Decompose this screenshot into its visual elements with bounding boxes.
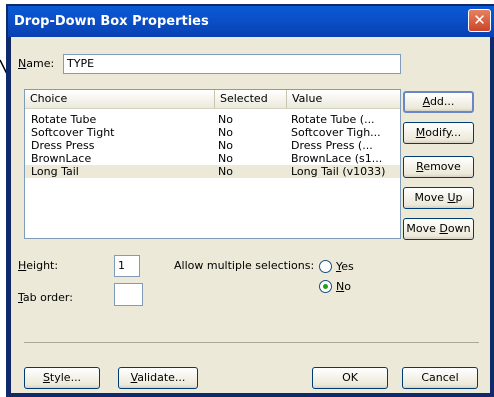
title-bar[interactable]: Drop-Down Box Properties ✕ <box>8 6 494 37</box>
list-item[interactable]: Rotate Tube No Rotate Tube (... <box>25 113 400 126</box>
column-header-choice[interactable]: Choice <box>25 90 215 108</box>
choices-list[interactable]: Choice Selected Value Rotate Tube No Rot… <box>24 89 401 239</box>
add-button[interactable]: Add... <box>403 91 474 113</box>
selected-cell: No <box>218 139 233 152</box>
selected-cell: No <box>218 152 233 165</box>
name-input[interactable]: TYPE <box>63 54 401 74</box>
choice-cell: Long Tail <box>31 165 79 178</box>
move-up-button[interactable]: Move Up <box>403 187 474 209</box>
selected-cell: No <box>218 113 233 126</box>
cancel-button[interactable]: Cancel <box>402 367 478 389</box>
height-label: Height: <box>18 259 59 272</box>
height-input[interactable]: 1 <box>114 255 140 277</box>
value-cell: BrownLace (s1... <box>291 152 383 165</box>
yes-radio-label[interactable]: Yes <box>336 260 354 273</box>
choice-cell: BrownLace <box>31 152 92 165</box>
ok-button[interactable]: OK <box>312 367 388 389</box>
list-item[interactable]: BrownLace No BrownLace (s1... <box>25 152 400 165</box>
choice-cell: Softcover Tight <box>31 126 115 139</box>
column-header-selected[interactable]: Selected <box>215 90 287 108</box>
name-label: Name: <box>18 57 55 70</box>
value-cell: Rotate Tube (... <box>291 113 375 126</box>
dialog-body: Name: TYPE Choice Selected Value Rotate … <box>11 37 490 393</box>
style-button[interactable]: Style... <box>24 367 100 389</box>
list-item[interactable]: Softcover Tight No Softcover Tigh... <box>25 126 400 139</box>
selected-cell: No <box>218 126 233 139</box>
tab-order-input[interactable] <box>114 283 143 306</box>
close-icon: ✕ <box>473 11 486 29</box>
no-radio-label[interactable]: No <box>336 280 351 293</box>
value-cell: Long Tail (v1033) <box>291 165 386 178</box>
modify-button[interactable]: Modify... <box>403 122 474 144</box>
remove-button[interactable]: Remove <box>403 156 474 178</box>
window-title: Drop-Down Box Properties <box>14 14 209 29</box>
selected-cell: No <box>218 165 233 178</box>
column-header-value[interactable]: Value <box>287 90 400 108</box>
value-cell: Dress Press (... <box>291 139 373 152</box>
list-header: Choice Selected Value <box>25 90 400 109</box>
choice-cell: Rotate Tube <box>31 113 97 126</box>
choice-cell: Dress Press <box>31 139 95 152</box>
validate-button[interactable]: Validate... <box>118 367 198 389</box>
move-down-button[interactable]: Move Down <box>403 218 474 240</box>
no-radio[interactable] <box>319 280 332 293</box>
allow-multiple-label: Allow multiple selections: <box>174 259 315 272</box>
yes-radio[interactable] <box>319 260 332 273</box>
list-item-selected[interactable]: Long Tail No Long Tail (v1033) <box>25 165 400 178</box>
value-cell: Softcover Tigh... <box>291 126 381 139</box>
list-item[interactable]: Dress Press No Dress Press (... <box>25 139 400 152</box>
tab-order-label: Tab order: <box>18 291 73 304</box>
close-button[interactable]: ✕ <box>468 9 491 32</box>
separator <box>24 342 479 343</box>
